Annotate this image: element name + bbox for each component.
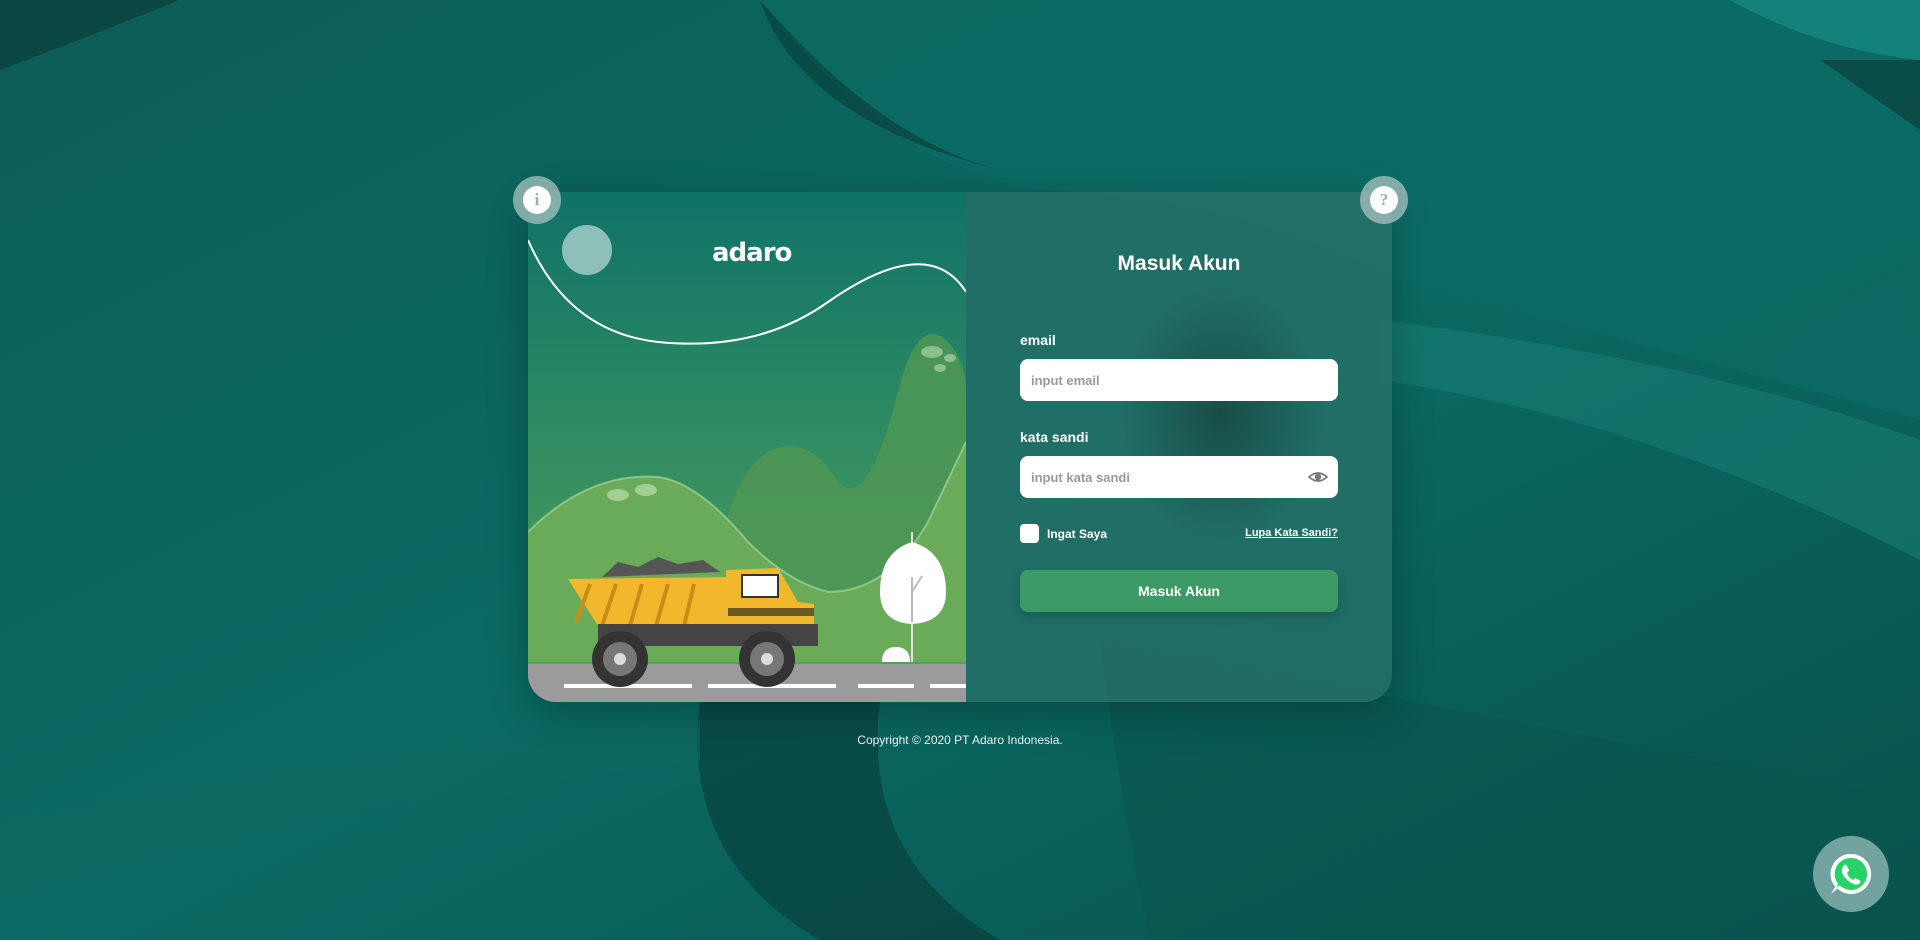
copyright-text: Copyright © 2020 PT Adaro Indonesia. [857,733,1063,747]
remember-label: Ingat Saya [1047,526,1108,541]
remember-me: Ingat Saya [1020,524,1107,543]
password-field[interactable] [1020,456,1338,498]
login-card: adaro Masuk Akun email kata sandi Ingat … [528,192,1392,702]
password-field-wrapper [1020,456,1338,498]
login-panel: Masuk Akun email kata sandi Ingat Saya L… [966,192,1392,702]
whatsapp-icon [1830,853,1872,894]
forgot-password-link[interactable]: Lupa Kata Sandi? [1245,527,1338,539]
info-icon: i [523,186,551,214]
login-title: Masuk Akun [1117,252,1241,275]
email-label: email [1020,332,1056,348]
password-label: kata sandi [1020,429,1089,445]
eye-icon[interactable] [1307,468,1329,486]
illustration-panel: adaro [528,192,966,702]
remember-checkbox[interactable] [1020,524,1039,543]
info-button[interactable]: i [513,176,561,224]
login-button[interactable]: Masuk Akun [1020,570,1338,612]
help-button[interactable]: ? [1360,176,1408,224]
mining-illustration [528,225,966,702]
email-field[interactable] [1020,359,1338,401]
whatsapp-button[interactable] [1813,836,1889,912]
panel-shadow [1116,282,1326,542]
adaro-logo: adaro [712,238,792,268]
help-icon: ? [1370,186,1398,214]
email-field-wrapper [1020,359,1338,401]
